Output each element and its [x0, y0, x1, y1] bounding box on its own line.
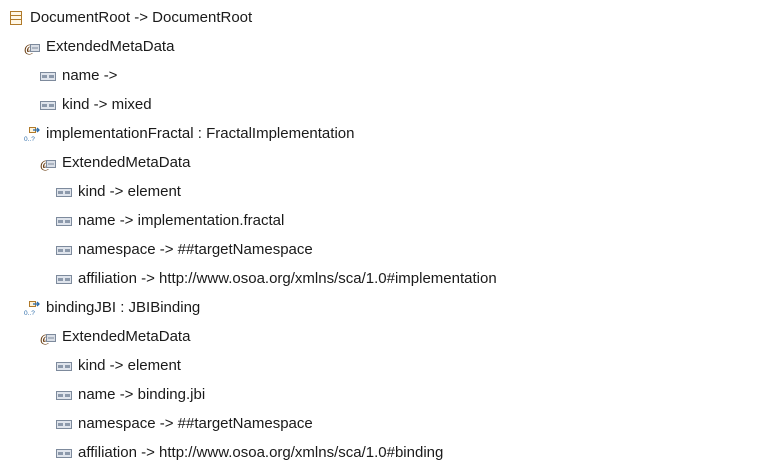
- reference-icon: 0..?: [24, 300, 40, 316]
- detail-entry-icon: [40, 97, 56, 113]
- tree-item-label: ExtendedMetaData: [62, 328, 191, 345]
- tree-item-label: ExtendedMetaData: [46, 38, 175, 55]
- tree-item[interactable]: affiliation -> http://www.osoa.org/xmlns…: [56, 267, 497, 291]
- tree-item[interactable]: kind -> element: [56, 354, 181, 378]
- reference-icon: 0..?: [24, 126, 40, 142]
- detail-entry-icon: [40, 68, 56, 84]
- tree-item-label: name -> binding.jbi: [78, 386, 206, 403]
- svg-text:0..?: 0..?: [24, 136, 35, 142]
- detail-entry-icon: [56, 445, 72, 461]
- detail-entry-icon: [56, 387, 72, 403]
- detail-entry-icon: [56, 184, 72, 200]
- tree-item[interactable]: 0..? implementationFractal : FractalImple…: [24, 122, 354, 146]
- detail-entry-icon: [56, 416, 72, 432]
- annotation-icon: @: [40, 155, 56, 171]
- tree-item[interactable]: kind -> element: [56, 180, 181, 204]
- class-icon: [8, 10, 24, 26]
- svg-text:0..?: 0..?: [24, 310, 35, 316]
- tree-item-label: kind -> element: [78, 357, 181, 374]
- tree-item-label: namespace -> ##targetNamespace: [78, 415, 313, 432]
- tree-item-label: implementationFractal : FractalImplement…: [46, 125, 355, 142]
- ecore-tree-view: DocumentRoot -> DocumentRoot @ ExtendedMet…: [0, 0, 776, 475]
- tree-item-label: kind -> element: [78, 183, 181, 200]
- tree-item[interactable]: @ ExtendedMetaData: [40, 325, 190, 349]
- tree-item-label: namespace -> ##targetNamespace: [78, 241, 313, 258]
- annotation-icon: @: [40, 329, 56, 345]
- detail-entry-icon: [56, 213, 72, 229]
- tree-item-label: name ->: [62, 67, 118, 84]
- tree-item[interactable]: name -> binding.jbi: [56, 383, 205, 407]
- detail-entry-icon: [56, 271, 72, 287]
- tree-item[interactable]: namespace -> ##targetNamespace: [56, 412, 313, 436]
- annotation-icon: @: [24, 39, 40, 55]
- tree-item-label: bindingJBI : JBIBinding: [46, 299, 201, 316]
- tree-item-label: affiliation -> http://www.osoa.org/xmlns…: [78, 444, 444, 461]
- detail-entry-icon: [56, 242, 72, 258]
- detail-entry-icon: [56, 358, 72, 374]
- tree-item-label: affiliation -> http://www.osoa.org/xmlns…: [78, 270, 497, 287]
- tree-item[interactable]: DocumentRoot -> DocumentRoot: [8, 6, 252, 30]
- tree-item[interactable]: name -> implementation.fractal: [56, 209, 284, 233]
- tree-item[interactable]: affiliation -> http://www.osoa.org/xmlns…: [56, 441, 443, 465]
- tree-item-label: name -> implementation.fractal: [78, 212, 285, 229]
- tree-item[interactable]: namespace -> ##targetNamespace: [56, 238, 313, 262]
- tree-item[interactable]: 0..? bindingJBI : JBIBinding: [24, 296, 200, 320]
- tree-item[interactable]: name ->: [40, 64, 117, 88]
- tree-item-label: DocumentRoot -> DocumentRoot: [30, 9, 253, 26]
- tree-item[interactable]: @ ExtendedMetaData: [24, 35, 174, 59]
- tree-item-label: ExtendedMetaData: [62, 154, 191, 171]
- tree-item[interactable]: @ ExtendedMetaData: [40, 151, 190, 175]
- tree-item[interactable]: kind -> mixed: [40, 93, 152, 117]
- tree-item-label: kind -> mixed: [62, 96, 152, 113]
